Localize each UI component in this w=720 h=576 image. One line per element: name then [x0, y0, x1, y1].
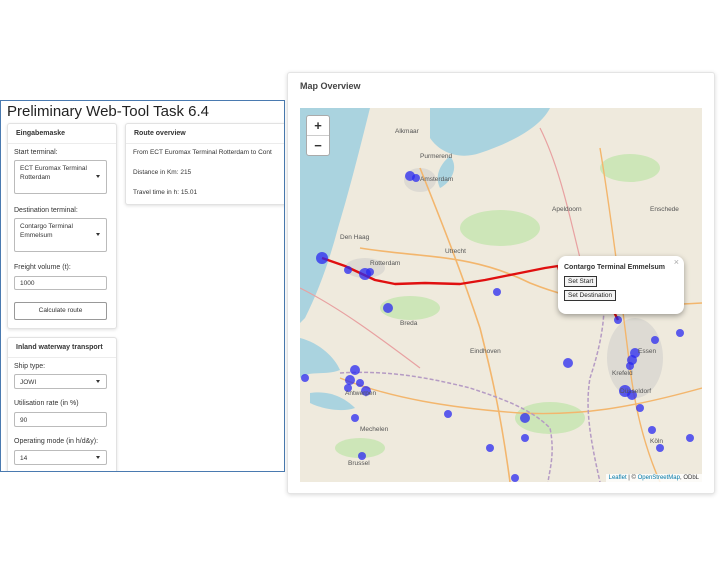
- distance-label: Distance in Km:: [133, 169, 181, 176]
- city-label-krefeld: Krefeld: [612, 370, 633, 377]
- start-terminal-value: ECT Euromax Terminal Rotterdam: [20, 165, 87, 181]
- ship-type-select[interactable]: JOWI: [14, 374, 107, 389]
- destination-terminal-select[interactable]: Contargo Terminal Emmelsum: [14, 218, 107, 252]
- input-panel-header: Eingabemaske: [8, 124, 116, 144]
- zoom-in-button[interactable]: +: [307, 116, 329, 135]
- popup-close-icon[interactable]: ×: [674, 257, 679, 267]
- map-title: Map Overview: [300, 81, 361, 91]
- city-label-mechelen: Mechelen: [360, 426, 389, 433]
- web-tool-window: Preliminary Web-Tool Task 6.4 Eingabemas…: [0, 100, 285, 472]
- distance-value: 215: [180, 169, 192, 176]
- map-attribution: Leaflet | © OpenStreetMap, ODbL: [605, 474, 702, 482]
- city-label-amsterdam: Amsterdam: [420, 176, 454, 183]
- set-destination-button[interactable]: Set Destination: [564, 290, 617, 301]
- utilisation-label: Utilisation rate (in %): [14, 400, 79, 407]
- zoom-control: + −: [306, 115, 330, 156]
- city-label-alkmaar: Alkmaar: [395, 128, 419, 135]
- operating-mode-label: Operating mode (in h/d&y):: [14, 438, 99, 445]
- app-title: Preliminary Web-Tool Task 6.4: [7, 103, 210, 120]
- odbl-text: , ODbL: [679, 475, 699, 481]
- city-label-purmerend: Purmerend: [420, 153, 453, 160]
- freight-volume-label: Freight volume (t):: [14, 264, 71, 271]
- popup-title: Contargo Terminal Emmelsum: [564, 264, 666, 271]
- city-label-essen: Essen: [638, 348, 657, 355]
- chevron-down-icon: [96, 175, 100, 178]
- utilisation-input[interactable]: 90: [14, 412, 107, 427]
- zoom-out-button[interactable]: −: [307, 135, 329, 155]
- city-label-rotterdam: Rotterdam: [370, 260, 401, 267]
- city-label-den-haag: Den Haag: [340, 234, 370, 241]
- city-label-koln: Köln: [650, 438, 664, 445]
- city-label-enschede: Enschede: [650, 206, 679, 213]
- set-start-button[interactable]: Set Start: [564, 276, 598, 287]
- city-label-breda: Breda: [400, 320, 418, 327]
- travel-time-value: 15.01: [180, 189, 198, 196]
- city-label-antwerpen: Antwerpen: [345, 390, 377, 397]
- city-label-eindhoven: Eindhoven: [470, 348, 501, 355]
- destination-terminal-value: Contargo Terminal Emmelsum: [20, 223, 73, 239]
- attribution-separator: | ©: [626, 475, 638, 481]
- chevron-down-icon: [96, 455, 100, 459]
- city-label-apeldoorn: Apeldoorn: [552, 206, 582, 213]
- waterway-panel-header: Inland waterway transport: [8, 338, 116, 358]
- route-overview-header: Route overview: [126, 124, 284, 144]
- operating-mode-value: 14: [20, 455, 28, 462]
- route-distance: Distance in Km: 215: [133, 169, 191, 176]
- freight-volume-input[interactable]: 1000: [14, 276, 107, 290]
- route-from-text: From ECT Euromax Terminal Rotterdam to C…: [133, 149, 272, 156]
- travel-time-label: Travel time in h:: [133, 189, 181, 196]
- start-terminal-label: Start terminal:: [14, 149, 58, 156]
- route-travel-time: Travel time in h: 15.01: [133, 189, 197, 196]
- ship-type-value: JOWI: [20, 379, 37, 386]
- city-label-dusseldorf: Düsseldorf: [620, 388, 652, 395]
- leaflet-map[interactable]: Amsterdam Den Haag Rotterdam Antwerpen B…: [300, 108, 702, 482]
- ship-type-label: Ship type:: [14, 363, 46, 370]
- start-terminal-select[interactable]: ECT Euromax Terminal Rotterdam: [14, 160, 107, 194]
- destination-terminal-label: Destination terminal:: [14, 207, 78, 214]
- calculate-route-button[interactable]: Calculate route: [14, 302, 107, 320]
- leaflet-link[interactable]: Leaflet: [609, 475, 627, 481]
- chevron-down-icon: [96, 379, 100, 383]
- chevron-down-icon: [96, 233, 100, 236]
- osm-link[interactable]: OpenStreetMap: [638, 475, 680, 481]
- city-label-brussel: Brussel: [348, 460, 370, 467]
- operating-mode-select[interactable]: 14: [14, 450, 107, 465]
- map-card: Map Overview Amsterdam Den Haag Rotterda…: [287, 72, 715, 494]
- terminal-popup: × Contargo Terminal Emmelsum Set Start S…: [558, 256, 684, 314]
- city-label-utrecht: Utrecht: [445, 248, 466, 255]
